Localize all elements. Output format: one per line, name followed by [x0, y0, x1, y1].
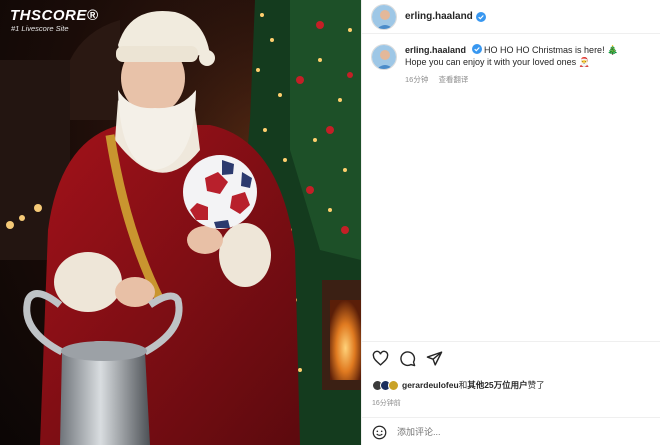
avatar-image — [372, 45, 396, 69]
post-actions: gerardeulofeu和其他25万位用户赞了 16分钟前 — [362, 341, 660, 445]
author-avatar[interactable] — [371, 3, 397, 30]
verified-badge-icon — [471, 44, 482, 54]
liker-username[interactable]: gerardeulofeu — [402, 380, 459, 390]
emoji-icon[interactable] — [372, 425, 387, 440]
comment-avatar[interactable] — [371, 44, 397, 70]
verified-badge-icon — [475, 11, 486, 22]
liker-avatars — [372, 379, 399, 391]
post-sidebar: erling.haaland erling.haaland HO HO HO C… — [361, 0, 660, 445]
watermark-tagline: #1 Livescore Site — [11, 24, 69, 33]
comment-username[interactable]: erling.haaland — [405, 45, 466, 55]
likes-suffix: 赞了 — [527, 380, 545, 390]
send-icon[interactable] — [426, 350, 443, 367]
comment-meta: 16分钟 查看翻译 — [405, 74, 655, 86]
see-translation-link[interactable]: 查看翻译 — [438, 75, 468, 84]
comment-input[interactable] — [397, 427, 637, 437]
post-header: erling.haaland — [362, 0, 660, 34]
author-username[interactable]: erling.haaland — [405, 11, 473, 22]
caption-line-2: Hope you can enjoy it with your loved on… — [405, 57, 590, 67]
caption-comment: erling.haaland HO HO HO Christmas is her… — [371, 44, 655, 86]
thscore-watermark: THSCORE® #1 Livescore Site — [10, 7, 99, 34]
likes-connector: 和 — [458, 380, 468, 390]
watermark-brand: THSCORE® — [10, 7, 99, 24]
caption-line-1: HO HO HO Christmas is here! 🎄 — [484, 45, 619, 55]
action-icons — [372, 350, 443, 367]
comment-icon[interactable] — [399, 350, 416, 367]
post-timestamp[interactable]: 16分钟前 — [372, 398, 401, 408]
likes-others-link[interactable]: 其他25万位用户 — [467, 380, 527, 390]
likes-summary: gerardeulofeu和其他25万位用户赞了 — [372, 379, 545, 391]
comment-time: 16分钟 — [405, 75, 429, 84]
liker-avatar[interactable] — [388, 379, 399, 391]
likes-text: gerardeulofeu和其他25万位用户赞了 — [402, 379, 545, 391]
santa-haaland-illustration — [0, 0, 361, 445]
avatar-image — [372, 4, 396, 29]
post-photo[interactable]: THSCORE® #1 Livescore Site — [0, 0, 361, 445]
comment-body: erling.haaland HO HO HO Christmas is her… — [405, 44, 655, 86]
add-comment-bar — [362, 417, 660, 445]
heart-icon[interactable] — [372, 350, 389, 367]
